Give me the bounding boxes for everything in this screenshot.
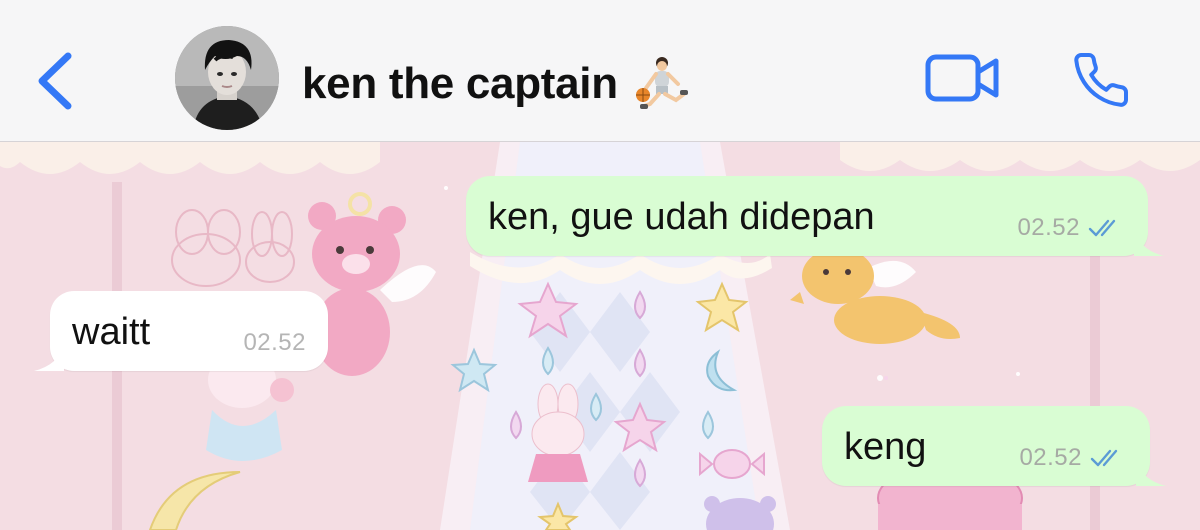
person-bouncing-ball-emoji: [635, 57, 688, 109]
bubble-tail: [1134, 230, 1164, 256]
message-time: 02.52: [1019, 444, 1082, 471]
contact-name[interactable]: ken the captain: [302, 54, 692, 114]
message-meta: 02.52: [1019, 444, 1124, 472]
double-check-icon: [1090, 449, 1118, 467]
avatar-photo: [175, 26, 279, 130]
chat-area[interactable]: ken, gue udah didepan 02.52 waitt 02.52 …: [0, 142, 1200, 530]
contact-avatar[interactable]: [175, 26, 279, 130]
chat-header: ken the captain: [0, 0, 1200, 142]
message-text: keng: [844, 426, 927, 468]
chevron-left-icon: [38, 52, 72, 110]
bubble-tail: [1136, 460, 1166, 486]
double-check-icon: [1088, 219, 1116, 237]
message-text: waitt: [72, 311, 151, 353]
message-text: ken, gue udah didepan: [488, 196, 875, 238]
message-bubble-incoming[interactable]: waitt 02.52: [34, 291, 328, 371]
phone-icon: [1074, 53, 1129, 107]
bubble-tail: [34, 345, 64, 371]
message-meta: 02.52: [243, 329, 306, 357]
message-bubble-outgoing[interactable]: keng 02.52: [822, 406, 1166, 486]
message-time: 02.52: [1017, 214, 1080, 241]
voice-call-button[interactable]: [1070, 50, 1132, 110]
contact-name-text: ken the captain: [302, 59, 618, 108]
message-meta: 02.52: [1017, 214, 1122, 242]
video-camera-icon: [925, 54, 999, 102]
back-button[interactable]: [30, 46, 80, 116]
video-call-button[interactable]: [924, 52, 1002, 104]
message-bubble-outgoing[interactable]: ken, gue udah didepan 02.52: [466, 176, 1164, 256]
message-time: 02.52: [243, 329, 306, 356]
